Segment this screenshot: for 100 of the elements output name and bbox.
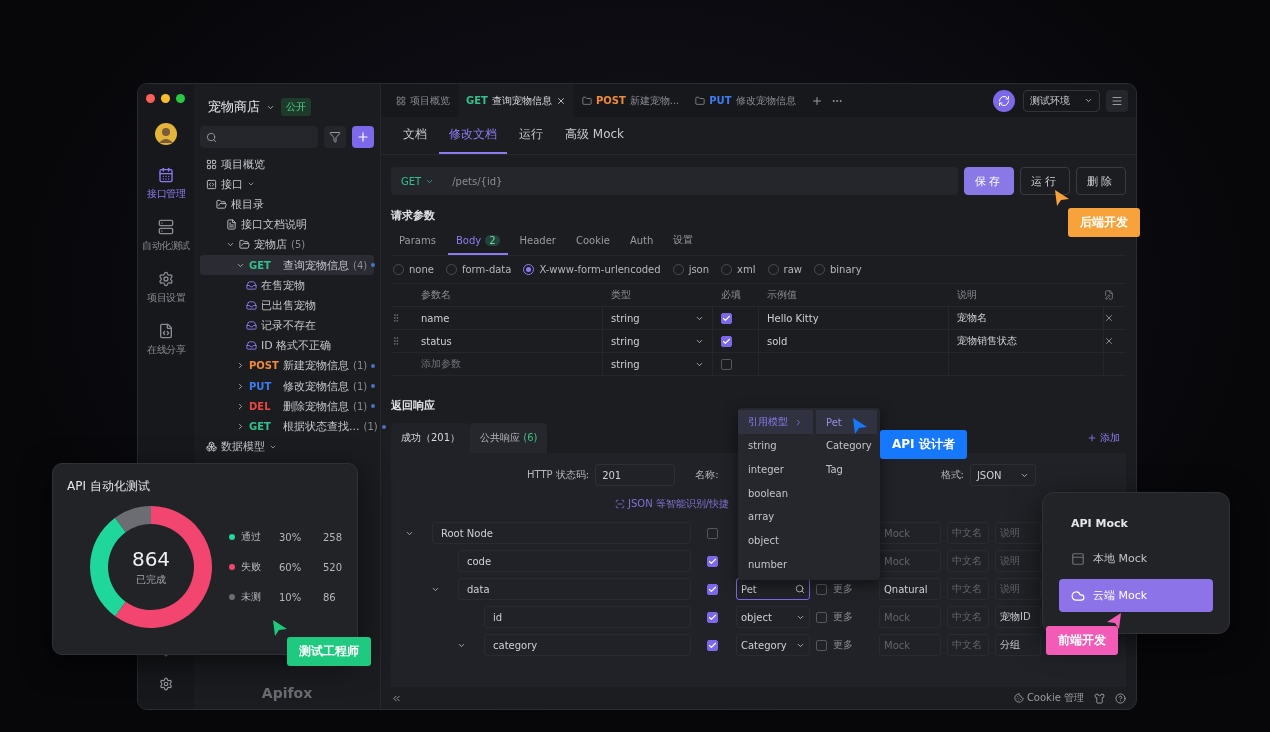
menu-item[interactable]: string <box>738 434 816 458</box>
table-cell[interactable]: sold <box>759 330 949 352</box>
table-cell[interactable]: 添加参数 <box>413 353 603 375</box>
avatar[interactable] <box>155 123 177 145</box>
menu-item[interactable]: boolean <box>738 481 816 506</box>
body-type-radio[interactable]: binary <box>813 264 862 275</box>
checkbox[interactable] <box>721 312 732 324</box>
checkbox[interactable] <box>707 527 718 539</box>
body-type-radio[interactable]: raw <box>767 264 802 275</box>
checkbox[interactable] <box>816 639 827 651</box>
action-button[interactable]: 删除 <box>1076 167 1126 195</box>
param-tab[interactable]: Auth <box>621 229 662 255</box>
doc-tab[interactable]: 高级 Mock <box>555 117 635 154</box>
tree-item[interactable]: 记录不存在 <box>200 315 374 336</box>
doc-tab[interactable]: 修改文档 <box>439 117 507 154</box>
table-cell[interactable]: 宠物名 <box>949 307 1104 329</box>
drag-handle-icon[interactable] <box>391 313 401 323</box>
settings-icon[interactable] <box>159 677 173 691</box>
menu-item[interactable]: 引用模型 <box>738 410 813 434</box>
field-name-input[interactable]: code <box>458 550 691 572</box>
more-link[interactable]: 更多 <box>833 610 857 624</box>
table-cell[interactable]: Hello Kitty <box>759 307 949 329</box>
tree-item[interactable]: GET 查询宠物信息 (4) <box>200 254 374 276</box>
body-type-radio[interactable]: none <box>393 264 434 275</box>
shirt-icon[interactable] <box>1094 692 1105 704</box>
add-link[interactable]: 添加 <box>1087 431 1126 445</box>
environment-select[interactable]: 测试环境 <box>1023 89 1100 112</box>
smart-import-link[interactable]: JSON 等智能识别/快捷 <box>615 497 730 511</box>
nav-item[interactable]: 在线分享 <box>147 323 185 357</box>
nav-item[interactable]: 项目设置 <box>147 271 185 305</box>
tree-item[interactable]: ID 格式不正确 <box>200 335 374 356</box>
response-tab[interactable]: 成功（201） <box>391 423 471 453</box>
menu-item[interactable]: Tag <box>816 457 880 482</box>
description-field[interactable]: 分组 <box>995 634 1041 656</box>
type-select[interactable]: string <box>603 330 713 352</box>
param-tab[interactable]: 设置 <box>665 229 702 255</box>
method-select[interactable]: GET <box>401 175 435 187</box>
menu-item[interactable]: object <box>738 528 816 553</box>
tree-item[interactable]: 项目概览 <box>200 154 374 175</box>
checkbox[interactable] <box>707 555 718 567</box>
menu-item[interactable]: Category <box>816 434 880 458</box>
nav-item[interactable]: 接口管理 <box>147 167 185 201</box>
checkbox[interactable] <box>721 335 732 347</box>
checkbox[interactable] <box>721 358 732 370</box>
field-name-input[interactable]: data <box>458 578 691 600</box>
tree-item[interactable]: DEL 删除宠物信息 (1) <box>200 396 374 417</box>
table-cell[interactable]: 宠物销售状态 <box>949 330 1104 352</box>
body-type-radio[interactable]: xml <box>721 264 756 275</box>
tree-item[interactable]: 根目录 <box>200 194 374 215</box>
doc-tab[interactable]: 文档 <box>393 117 437 154</box>
checkbox[interactable] <box>816 611 827 623</box>
checkbox[interactable] <box>707 639 718 651</box>
close-icon[interactable] <box>555 95 566 106</box>
close-icon[interactable] <box>1104 336 1114 346</box>
tree-item[interactable]: 数据模型 <box>200 436 374 457</box>
tree-item[interactable]: POST 新建宠物信息 (1) <box>200 355 374 377</box>
type-select[interactable]: string <box>603 307 713 329</box>
help-icon[interactable] <box>1115 692 1126 704</box>
cookie-button[interactable]: Cookie 管理 <box>1013 691 1084 705</box>
table-cell[interactable]: name <box>413 307 603 329</box>
chevron-icon[interactable] <box>236 401 245 411</box>
add-button[interactable] <box>352 126 374 148</box>
editor-tab[interactable]: POST 新建宠物... <box>574 84 687 117</box>
type-select[interactable]: object <box>736 606 810 628</box>
response-tab[interactable]: 公共响应 (6) <box>470 423 548 453</box>
filter-button[interactable] <box>324 126 346 148</box>
chevron-icon[interactable] <box>236 422 245 432</box>
editor-tab[interactable]: PUT 修改宠物信息 <box>688 84 803 117</box>
tree-item[interactable]: 宠物店 (5) <box>200 234 374 255</box>
field-name-input[interactable]: id <box>484 606 691 628</box>
editor-tab[interactable]: 项目概览 <box>389 84 457 117</box>
editor-tab[interactable]: GET 查询宠物信息 <box>459 84 573 117</box>
description-field[interactable]: 宠物ID <box>995 606 1041 628</box>
url-field[interactable]: GET /pets/{id} <box>391 167 958 195</box>
tree-item[interactable]: PUT 修改宠物信息 (1) <box>200 376 374 397</box>
tree-item[interactable]: 在售宠物 <box>200 275 374 296</box>
menu-item[interactable]: array <box>738 505 816 529</box>
menu-button[interactable] <box>1106 89 1128 112</box>
param-tab[interactable]: Header <box>511 229 564 255</box>
body-type-radio[interactable]: json <box>672 264 710 275</box>
type-select[interactable]: string <box>603 353 713 375</box>
nav-item[interactable]: 自动化测试 <box>142 219 190 253</box>
tree-item[interactable]: 接口文档说明 <box>200 214 374 235</box>
checkbox[interactable] <box>707 583 718 595</box>
minimize-dot[interactable] <box>161 94 170 103</box>
table-cell[interactable]: status <box>413 330 603 352</box>
field-name-input[interactable]: category <box>484 634 691 656</box>
doc-tab[interactable]: 运行 <box>509 117 553 154</box>
field-name-input[interactable]: Root Node <box>432 522 691 544</box>
menu-item[interactable]: integer <box>738 457 816 482</box>
mock-option[interactable]: 本地 Mock <box>1059 542 1213 575</box>
project-name[interactable]: 宠物商店 <box>208 98 260 116</box>
edit-icon[interactable] <box>1104 290 1114 300</box>
menu-item[interactable]: Pet <box>816 410 877 434</box>
more-link[interactable]: 更多 <box>833 582 857 596</box>
more-link[interactable]: 更多 <box>833 638 857 652</box>
body-type-radio[interactable]: X-www-form-urlencoded <box>523 264 661 275</box>
tree-item[interactable]: 已出售宠物 <box>200 295 374 316</box>
type-select[interactable]: Category <box>736 634 810 656</box>
checkbox[interactable] <box>816 583 827 595</box>
